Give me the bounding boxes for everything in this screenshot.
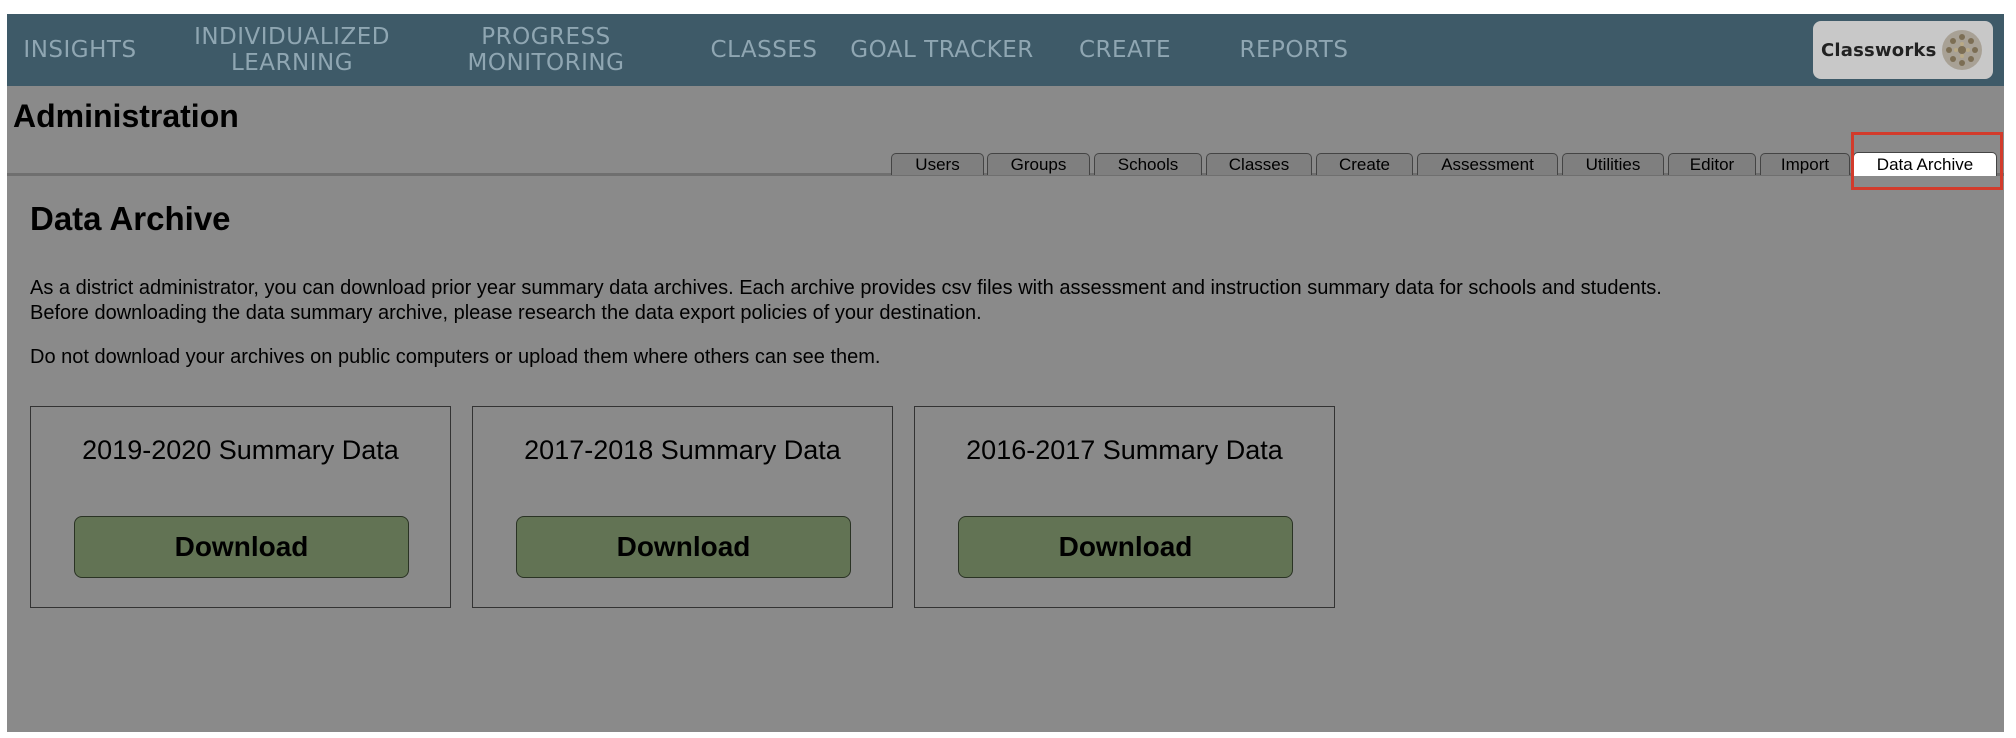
tab-classes[interactable]: Classes <box>1206 153 1312 175</box>
nav-insights[interactable]: INSIGHTS <box>7 14 153 86</box>
download-button-2017-2018[interactable]: Download <box>516 516 851 578</box>
app-window: INSIGHTS INDIVIDUALIZED LEARNING PROGRES… <box>7 14 2004 732</box>
archive-card-title: 2019-2020 Summary Data <box>82 435 399 465</box>
tab-groups[interactable]: Groups <box>987 153 1090 175</box>
nav-progress-monitoring[interactable]: PROGRESS MONITORING <box>441 14 651 86</box>
tab-assessment[interactable]: Assessment <box>1417 153 1558 175</box>
nav-create[interactable]: CREATE <box>1065 14 1185 86</box>
download-button-2016-2017[interactable]: Download <box>958 516 1293 578</box>
archive-card-2016-2017: 2016-2017 Summary Data Download <box>914 406 1335 608</box>
nav-classes[interactable]: CLASSES <box>689 14 839 86</box>
archive-card-2019-2020: 2019-2020 Summary Data Download <box>30 406 451 608</box>
tab-import[interactable]: Import <box>1760 153 1850 175</box>
download-button-2019-2020[interactable]: Download <box>74 516 409 578</box>
tab-editor[interactable]: Editor <box>1668 153 1756 175</box>
account-menu-button[interactable]: Classworks <box>1813 21 1993 79</box>
nav-individualized-learning[interactable]: INDIVIDUALIZED LEARNING <box>177 14 407 86</box>
nav-goal-tracker[interactable]: GOAL TRACKER <box>843 14 1041 86</box>
brand-name: Classworks <box>1821 39 1937 61</box>
tab-data-archive[interactable]: Data Archive <box>1853 152 1997 176</box>
archive-card-title: 2017-2018 Summary Data <box>524 435 841 465</box>
description-line-1: As a district administrator, you can dow… <box>30 277 1662 299</box>
top-navigation: INSIGHTS INDIVIDUALIZED LEARNING PROGRES… <box>7 14 2004 86</box>
archive-card-title: 2016-2017 Summary Data <box>966 435 1283 465</box>
page-title: Administration <box>13 98 239 134</box>
avatar-icon <box>1942 30 1982 70</box>
tab-create[interactable]: Create <box>1316 153 1413 175</box>
tab-schools[interactable]: Schools <box>1094 153 1202 175</box>
security-warning: Do not download your archives on public … <box>30 346 881 368</box>
tab-utilities[interactable]: Utilities <box>1562 153 1664 175</box>
archive-card-2017-2018: 2017-2018 Summary Data Download <box>472 406 893 608</box>
nav-reports[interactable]: REPORTS <box>1223 14 1365 86</box>
tab-users[interactable]: Users <box>891 153 984 175</box>
section-title: Data Archive <box>30 200 231 237</box>
description-line-2: Before downloading the data summary arch… <box>30 302 982 324</box>
